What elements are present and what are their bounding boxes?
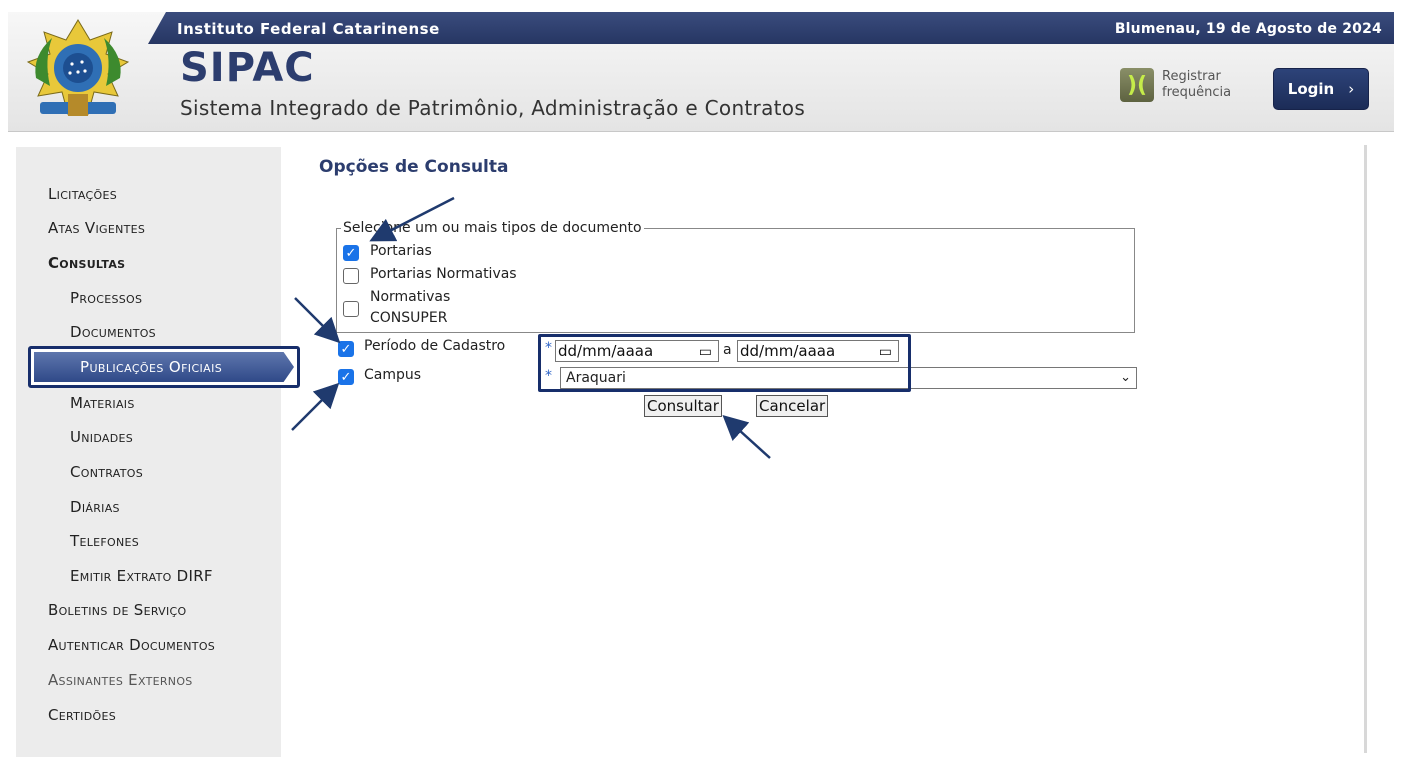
- consuper-label: CONSUPER: [370, 310, 448, 326]
- sidebar: [16, 147, 281, 757]
- cancelar-button[interactable]: Cancelar: [756, 395, 829, 417]
- sidebar-item-boletins-de-servico[interactable]: Boletins de Serviço: [48, 601, 186, 619]
- arrow-periodo: [294, 297, 341, 344]
- register-line-2: frequência: [1162, 85, 1232, 100]
- sidebar-item-documentos[interactable]: Documentos: [70, 323, 156, 341]
- sidebar-item-contratos[interactable]: Contratos: [70, 463, 143, 481]
- register-line-1: Registrar: [1162, 69, 1221, 84]
- periodo-cadastro-checkbox[interactable]: ✓: [338, 341, 354, 357]
- page: Instituto Federal Catarinense Blumenau, …: [8, 12, 1394, 764]
- app-subtitle: Sistema Integrado de Patrimônio, Adminis…: [180, 96, 806, 120]
- institution-name: Instituto Federal Catarinense: [177, 20, 440, 38]
- sidebar-item-publicacoes-oficiais[interactable]: Publicações Oficiais: [34, 352, 294, 382]
- portarias-checkbox[interactable]: ✓: [343, 245, 359, 261]
- active-item-highlight: Publicações Oficiais: [28, 346, 300, 388]
- periodo-cadastro-label: Período de Cadastro: [364, 338, 506, 354]
- content-border: [1364, 145, 1367, 753]
- document-types-legend: Selecione um ou mais tipos de documento: [341, 220, 644, 236]
- current-date: Blumenau, 19 de Agosto de 2024: [1114, 21, 1382, 37]
- sidebar-item-diarias[interactable]: Diárias: [70, 498, 120, 516]
- login-label: Login: [1287, 80, 1335, 98]
- arrow-campus: [291, 382, 340, 431]
- app-title: SIPAC: [180, 45, 315, 91]
- arrow-consultar: [722, 414, 771, 459]
- chevron-right-icon: ›: [1348, 80, 1355, 98]
- page-title: Opções de Consulta: [319, 157, 509, 177]
- sidebar-item-atas-vigentes[interactable]: Atas Vigentes: [48, 219, 145, 237]
- sidebar-item-unidades[interactable]: Unidades: [70, 428, 133, 446]
- login-button[interactable]: Login ›: [1273, 68, 1369, 110]
- campus-label: Campus: [364, 367, 422, 383]
- top-bar: Instituto Federal Catarinense Blumenau, …: [148, 12, 1394, 44]
- campus-checkbox[interactable]: ✓: [338, 369, 354, 385]
- register-frequency-link[interactable]: )( Registrar frequência: [1120, 68, 1231, 102]
- portarias-label: Portarias: [370, 243, 432, 259]
- portarias-normativas-label: Portarias Normativas: [370, 266, 517, 282]
- consultar-button[interactable]: Consultar: [644, 395, 722, 417]
- sidebar-item-certidoes[interactable]: Certidões: [48, 706, 116, 724]
- sidebar-item-processos[interactable]: Processos: [70, 289, 142, 307]
- chevron-down-icon: ⌄: [1120, 370, 1131, 385]
- portarias-normativas-checkbox[interactable]: [343, 268, 359, 284]
- highlight-box: [538, 334, 911, 392]
- sidebar-item-assinantes-externos[interactable]: Assinantes Externos: [48, 671, 193, 689]
- sidebar-item-consultas[interactable]: Consultas: [48, 254, 125, 272]
- sidebar-item-autenticar-documentos[interactable]: Autenticar Documentos: [48, 636, 215, 654]
- sidebar-item-telefones[interactable]: Telefones: [70, 532, 139, 550]
- normativas-consuper-checkbox[interactable]: [343, 301, 359, 317]
- sidebar-item-emitir-extrato-dirf[interactable]: Emitir Extrato DIRF: [70, 567, 213, 585]
- normativas-label: Normativas: [370, 289, 451, 305]
- frequency-icon: )(: [1120, 68, 1154, 102]
- header: Instituto Federal Catarinense Blumenau, …: [8, 12, 1394, 132]
- sidebar-item-licitacoes[interactable]: Licitações: [48, 185, 117, 203]
- sidebar-item-materiais[interactable]: Materiais: [70, 394, 135, 412]
- coat-of-arms-logo: [26, 19, 130, 116]
